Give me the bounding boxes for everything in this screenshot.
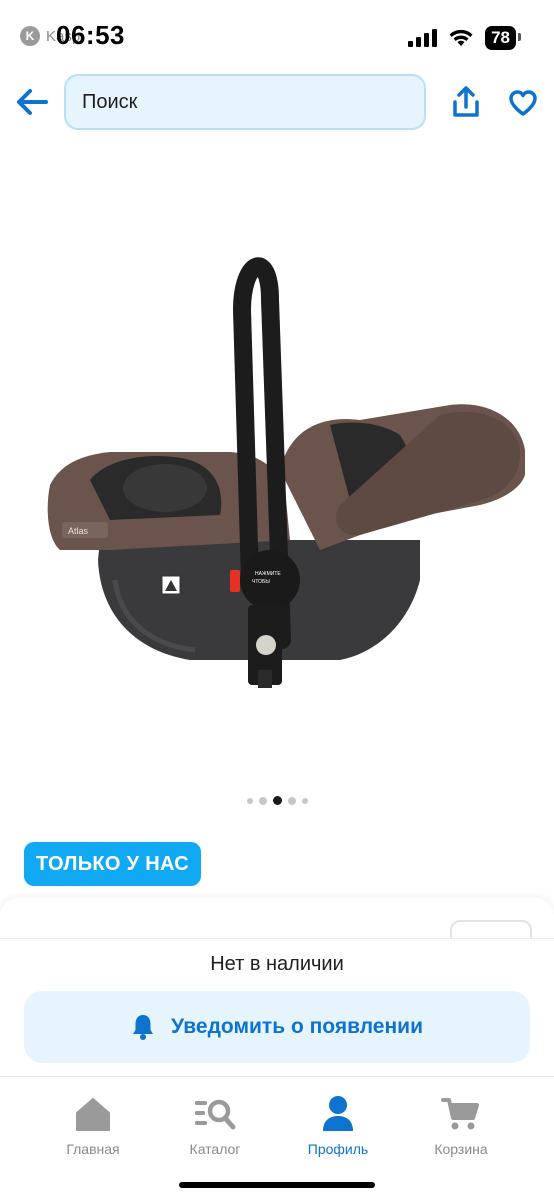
wifi-icon [449, 29, 473, 46]
cellular-signal-icon [408, 29, 438, 47]
tab-profile-label: Профиль [307, 1141, 369, 1157]
infant-car-seat-image: Atlas НАЖМИТЕ ЧТОБЫ [47, 257, 525, 688]
home-indicator[interactable] [179, 1182, 375, 1188]
arrow-left-icon [17, 89, 48, 115]
top-bar: Поиск [0, 72, 554, 132]
tab-cart[interactable]: Корзина [406, 1095, 516, 1157]
tab-profile[interactable]: Профиль [283, 1095, 393, 1157]
tab-catalog[interactable]: Каталог [160, 1095, 270, 1157]
favorite-button[interactable] [506, 86, 540, 120]
svg-text:НАЖМИТЕ: НАЖМИТЕ [255, 571, 281, 577]
status-time: 06:53 [56, 20, 125, 50]
notify-availability-button[interactable]: Уведомить о появлении [24, 991, 530, 1063]
bottom-tab-bar: Главная Каталог Профиль Корзина [0, 1076, 554, 1200]
status-indicators: 78 [408, 26, 521, 50]
tab-home[interactable]: Главная [38, 1095, 148, 1157]
product-image[interactable]: Atlas НАЖМИТЕ ЧТОБЫ [20, 220, 534, 720]
share-icon [453, 86, 479, 117]
gallery-dot[interactable] [287, 796, 296, 805]
gallery-pagination [0, 796, 554, 805]
tab-catalog-label: Каталог [189, 1141, 241, 1157]
purchase-action-sheet: Нет в наличии Уведомить о появлении [0, 938, 554, 1076]
tab-home-label: Главная [66, 1141, 120, 1157]
profile-icon [323, 1096, 353, 1131]
back-button[interactable] [14, 86, 50, 118]
bell-icon [133, 1015, 154, 1040]
exclusive-badge: ТОЛЬКО У НАС [24, 842, 201, 886]
gallery-dot[interactable] [301, 797, 308, 804]
tab-cart-label: Корзина [434, 1141, 488, 1157]
gallery-dot-active[interactable] [272, 796, 282, 805]
search-placeholder: Поиск [82, 90, 138, 113]
search-input[interactable]: Поиск [64, 74, 426, 130]
availability-status: Нет в наличии [210, 953, 344, 975]
status-bar: K Kaspi 06:53 78 [0, 0, 554, 70]
svg-text:Atlas: Atlas [68, 526, 89, 536]
battery-indicator: 78 [485, 26, 521, 50]
share-button[interactable] [448, 84, 484, 120]
notify-label: Уведомить о появлении [171, 1015, 423, 1038]
kaspi-app-icon: K [20, 26, 40, 46]
catalog-search-icon [195, 1099, 236, 1130]
gallery-dot[interactable] [258, 796, 267, 805]
svg-text:ЧТОБЫ: ЧТОБЫ [252, 579, 270, 585]
home-icon [76, 1098, 110, 1131]
cart-icon [441, 1098, 479, 1130]
gallery-dot[interactable] [246, 797, 253, 804]
heart-icon [509, 90, 537, 116]
